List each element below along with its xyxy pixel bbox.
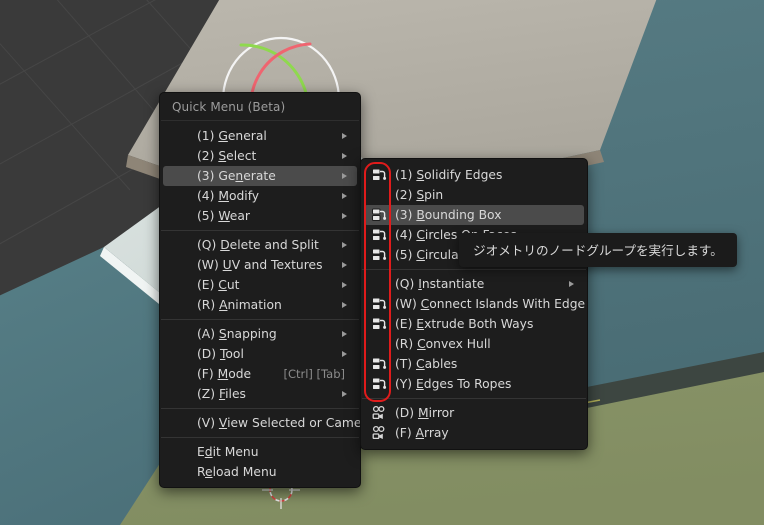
menu-item-label: (1) Solidify Edges [395,168,503,182]
menu-item-label: (V) View Selected or Camera [197,416,374,430]
chevron-right-icon [342,133,347,139]
quick-menu-title: Quick Menu (Beta) [172,100,286,114]
menu-item-label: (E) Cut [197,278,240,292]
menu-separator [161,230,359,231]
menu-item-z-files[interactable]: (Z) Files [163,384,357,404]
menu-item-d-mirror[interactable]: (D) Mirror [364,403,584,423]
chevron-right-icon [342,391,347,397]
menu-item-edit-menu[interactable]: Edit Menu [163,442,357,462]
chevron-right-icon [342,331,347,337]
tooltip: ジオメトリのノードグループを実行します。 [459,233,737,267]
modifier-icon [370,424,388,442]
chevron-right-icon [342,302,347,308]
menu-item-label: (4) Modify [197,189,260,203]
menu-item-label: (D) Tool [197,347,244,361]
menu-item-label: (W) Connect Islands With Edge [395,297,586,311]
menu-separator [362,269,586,270]
geometry-nodes-icon [370,315,388,333]
menu-item-4-modify[interactable]: (4) Modify [163,186,357,206]
menu-item-1-general[interactable]: (1) General [163,126,357,146]
menu-item-label: (E) Extrude Both Ways [395,317,534,331]
menu-item-f-array[interactable]: (F) Array [364,423,584,443]
geometry-nodes-icon [370,295,388,313]
menu-separator [161,319,359,320]
menu-item-label: (3) Bounding Box [395,208,502,222]
chevron-right-icon [342,282,347,288]
menu-item-label: (F) Mode [197,367,252,381]
geometry-nodes-icon [370,166,388,184]
menu-item-label: (D) Mirror [395,406,455,420]
menu-item-3-generate[interactable]: (3) Generate [163,166,357,186]
geometry-nodes-icon [370,375,388,393]
chevron-right-icon [569,281,574,287]
menu-item-label: (Z) Files [197,387,246,401]
menu-item-w-connect-islands-with-edge[interactable]: (W) Connect Islands With Edge [364,294,586,314]
menu-item-shortcut: [Ctrl] [Tab] [283,367,345,381]
menu-item-label: (A) Snapping [197,327,277,341]
tooltip-text: ジオメトリのノードグループを実行します。 [473,243,723,258]
quick-menu-panel[interactable]: Quick Menu (Beta) (1) General (2) Select(… [159,92,374,488]
menu-item-label: (R) Convex Hull [395,337,491,351]
menu-separator [362,398,586,399]
chevron-right-icon [342,213,347,219]
chevron-right-icon [342,351,347,357]
chevron-right-icon [342,193,347,199]
menu-item-a-snapping[interactable]: (A) Snapping [163,324,357,344]
menu-item-label: Reload Menu [197,465,277,479]
menu-item-label: (2) Select [197,149,257,163]
modifier-icon [370,404,388,422]
generate-submenu-panel[interactable]: (1) Solidify Edges (2) Spin (3) Bounding B… [360,158,588,450]
menu-item-2-spin[interactable]: (2) Spin [364,185,584,205]
menu-item-1-solidify-edges[interactable]: (1) Solidify Edges [364,165,584,185]
chevron-right-icon [342,242,347,248]
menu-item-w-uv-and-textures[interactable]: (W) UV and Textures [163,255,357,275]
menu-item-label: (Y) Edges To Ropes [395,377,512,391]
menu-item-5-wear[interactable]: (5) Wear [163,206,357,226]
menu-item-y-edges-to-ropes[interactable]: (Y) Edges To Ropes [364,374,584,394]
menu-item-label: (1) General [197,129,267,143]
geometry-nodes-icon [370,355,388,373]
menu-item-v-view-selected-or-camera[interactable]: (V) View Selected or Camera [163,413,374,433]
menu-item-2-select[interactable]: (2) Select [163,146,357,166]
menu-item-label: (Q) Delete and Split [197,238,319,252]
menu-item-label: Edit Menu [197,445,259,459]
menu-item-d-tool[interactable]: (D) Tool [163,344,357,364]
geometry-nodes-icon [370,246,388,264]
menu-item-label: (R) Animation [197,298,282,312]
chevron-right-icon [342,262,347,268]
menu-item-label: (2) Spin [395,188,444,202]
menu-item-t-cables[interactable]: (T) Cables [364,354,584,374]
menu-separator [161,437,359,438]
menu-item-label: (W) UV and Textures [197,258,323,272]
menu-item-label: (3) Generate [197,169,276,183]
menu-item-q-instantiate[interactable]: (Q) Instantiate [364,274,584,294]
menu-item-label: (T) Cables [395,357,458,371]
menu-separator [161,408,359,409]
chevron-right-icon [342,173,347,179]
menu-item-r-convex-hull[interactable]: (R) Convex Hull [364,334,584,354]
geometry-nodes-icon [370,206,388,224]
menu-item-f-mode[interactable]: (F) Mode [Ctrl] [Tab] [163,364,357,384]
chevron-right-icon [342,153,347,159]
menu-item-label: (F) Array [395,426,449,440]
menu-item-e-extrude-both-ways[interactable]: (E) Extrude Both Ways [364,314,584,334]
menu-item-q-delete-and-split[interactable]: (Q) Delete and Split [163,235,357,255]
menu-item-reload-menu[interactable]: Reload Menu [163,462,357,482]
geometry-nodes-icon [370,226,388,244]
generate-submenu-items: (1) Solidify Edges (2) Spin (3) Bounding B… [361,159,587,449]
quick-menu-items: (1) General (2) Select (3) Generate (4) Mod… [160,121,374,487]
menu-item-e-cut[interactable]: (E) Cut [163,275,357,295]
menu-item-3-bounding-box[interactable]: (3) Bounding Box [364,205,584,225]
menu-item-label: (Q) Instantiate [395,277,485,291]
menu-item-r-animation[interactable]: (R) Animation [163,295,357,315]
menu-item-label: (5) Wear [197,209,250,223]
